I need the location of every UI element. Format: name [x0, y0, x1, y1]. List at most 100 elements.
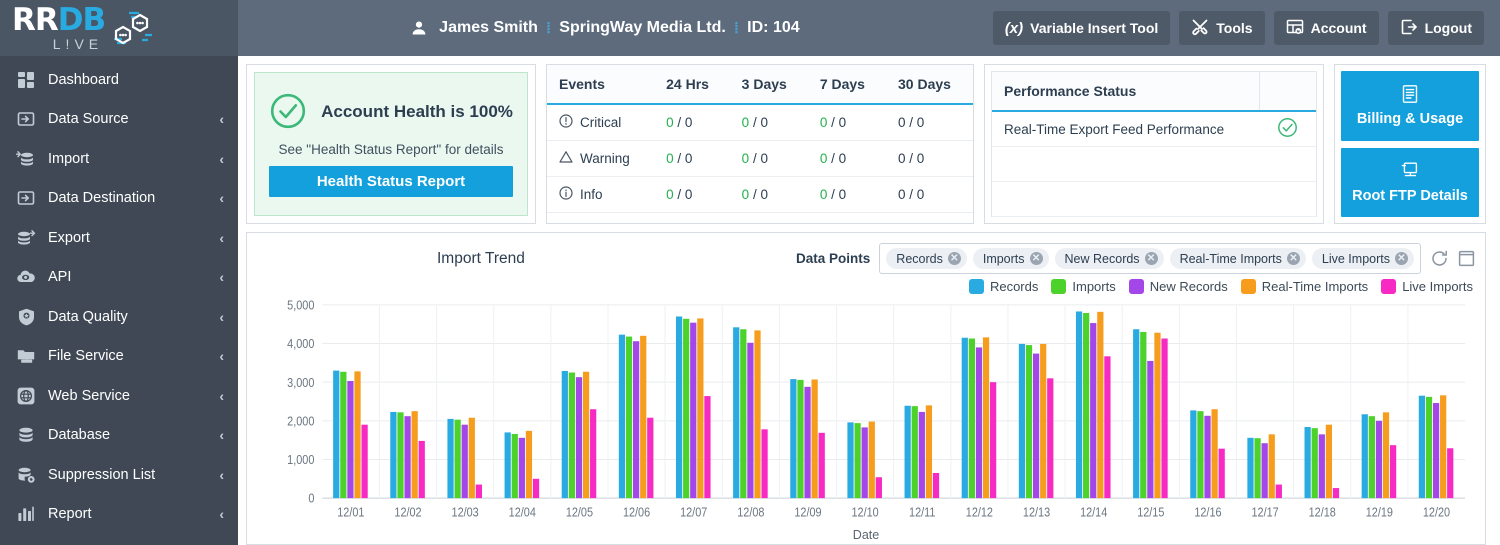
zero-count: 0	[666, 115, 674, 130]
import-stack-icon	[16, 149, 36, 169]
chart-legend: Records Imports New Records Real-Time Im…	[255, 274, 1477, 296]
legend-item-new-records[interactable]: New Records	[1129, 279, 1228, 294]
events-col-7days: 7 Days	[808, 65, 886, 104]
svg-text:12/03: 12/03	[452, 506, 480, 520]
chart-xaxis-title: Date	[255, 528, 1477, 544]
total-count: / 0	[677, 187, 692, 202]
sidebar-item-database[interactable]: Database ‹	[0, 416, 238, 456]
events-row-label: Info	[580, 187, 603, 202]
sidebar-label: Data Quality	[48, 309, 207, 325]
chip-close-icon[interactable]: ✕	[1030, 252, 1043, 265]
tools-button[interactable]: Tools	[1179, 11, 1264, 45]
legend-label: Imports	[1072, 279, 1115, 294]
svg-text:12/20: 12/20	[1423, 506, 1451, 520]
events-table-head: Events 24 Hrs 3 Days 7 Days 30 Days	[547, 65, 973, 104]
events-cell: 0 / 0	[730, 141, 808, 177]
logout-button[interactable]: Logout	[1388, 11, 1484, 45]
chip-close-icon[interactable]: ✕	[948, 252, 961, 265]
billing-usage-label: Billing & Usage	[1357, 111, 1463, 127]
logo-db: DB	[58, 2, 105, 38]
logo-container[interactable]: RRDB L!VE	[0, 0, 238, 56]
logout-label: Logout	[1425, 20, 1472, 36]
chip-close-icon[interactable]: ✕	[1395, 252, 1408, 265]
total-count: 0 / 0	[898, 187, 924, 202]
total-count: / 0	[831, 151, 846, 166]
svg-text:12/08: 12/08	[737, 506, 765, 520]
total-count: 0 / 0	[898, 151, 924, 166]
variable-insert-tool-button[interactable]: (x) Variable Insert Tool	[993, 11, 1170, 45]
legend-label: New Records	[1150, 279, 1228, 294]
events-row-name: Info	[559, 186, 642, 203]
chevron-left-icon: ‹	[219, 151, 224, 167]
body-row: Dashboard Data Source ‹ Import ‹	[0, 56, 1500, 545]
legend-label: Live Imports	[1402, 279, 1473, 294]
sidebar-label: Report	[48, 506, 207, 522]
account-button[interactable]: Account	[1274, 11, 1379, 45]
svg-text:12/17: 12/17	[1251, 506, 1278, 520]
company-name: SpringWay Media Ltd.	[559, 19, 726, 37]
legend-label: Real-Time Imports	[1262, 279, 1368, 294]
legend-item-real-time-imports[interactable]: Real-Time Imports	[1241, 279, 1368, 294]
web-globe-icon	[16, 386, 36, 406]
chip-records[interactable]: Records ✕	[886, 248, 967, 269]
sidebar-item-suppression-list[interactable]: Suppression List ‹	[0, 455, 238, 495]
chip-close-icon[interactable]: ✕	[1145, 252, 1158, 265]
sidebar-label: Web Service	[48, 388, 207, 404]
maximize-icon[interactable]	[1458, 250, 1475, 267]
sidebar-item-api[interactable]: API ‹	[0, 258, 238, 298]
total-count: / 0	[831, 187, 846, 202]
sidebar-label: Data Source	[48, 111, 207, 127]
root-ftp-details-button[interactable]: Root FTP Details	[1341, 148, 1479, 218]
events-col-24hrs: 24 Hrs	[654, 65, 730, 104]
data-points-chip-field[interactable]: Records ✕ Imports ✕ New Records ✕	[879, 243, 1421, 274]
data-source-icon	[16, 109, 36, 129]
chip-imports[interactable]: Imports ✕	[973, 248, 1049, 269]
dashboard-grid-icon	[16, 70, 36, 90]
sidebar-item-dashboard[interactable]: Dashboard	[0, 60, 238, 100]
svg-text:0: 0	[308, 492, 314, 506]
events-cell: 0 / 0	[730, 104, 808, 141]
app-root: RRDB L!VE	[0, 0, 1500, 545]
chip-real-time-imports[interactable]: Real-Time Imports ✕	[1170, 248, 1306, 269]
account-health-title: Account Health is 100%	[321, 102, 513, 122]
total-count: / 0	[677, 115, 692, 130]
events-row-label: Critical	[580, 115, 621, 130]
svg-text:12/15: 12/15	[1137, 506, 1165, 520]
refresh-icon[interactable]	[1430, 249, 1449, 268]
total-count: / 0	[753, 115, 768, 130]
sidebar-item-web-service[interactable]: Web Service ‹	[0, 376, 238, 416]
events-cell: 0 / 0	[654, 104, 730, 141]
sidebar-label: Database	[48, 427, 207, 443]
account-health-top: Account Health is 100%	[269, 92, 513, 133]
sidebar-item-data-destination[interactable]: Data Destination ‹	[0, 179, 238, 219]
events-cell: 0 / 0	[808, 104, 886, 141]
billing-usage-button[interactable]: Billing & Usage	[1341, 71, 1479, 141]
sidebar-label: Dashboard	[48, 72, 224, 88]
sidebar-label: API	[48, 269, 207, 285]
legend-swatch	[1381, 279, 1396, 294]
monitor-icon	[1400, 161, 1420, 185]
sidebar-item-file-service[interactable]: File Service ‹	[0, 337, 238, 377]
legend-item-imports[interactable]: Imports	[1051, 279, 1115, 294]
chip-live-imports[interactable]: Live Imports ✕	[1312, 248, 1414, 269]
sidebar-item-export[interactable]: Export ‹	[0, 218, 238, 258]
table-row	[992, 182, 1316, 217]
performance-status-panel: Performance Status Real-Time Export Feed…	[984, 64, 1324, 224]
sidebar-item-import[interactable]: Import ‹	[0, 139, 238, 179]
table-row: Critical 0 / 0 0 / 0 0 / 0 0 / 0	[547, 104, 973, 141]
chip-new-records[interactable]: New Records ✕	[1055, 248, 1164, 269]
health-status-report-button[interactable]: Health Status Report	[269, 166, 513, 197]
svg-text:12/18: 12/18	[1309, 506, 1337, 520]
sidebar-item-report[interactable]: Report ‹	[0, 495, 238, 535]
events-row-name: Critical	[559, 114, 642, 131]
legend-item-records[interactable]: Records	[969, 279, 1038, 294]
events-row-label-cell: Warning	[547, 141, 654, 177]
chip-close-icon[interactable]: ✕	[1287, 252, 1300, 265]
sidebar-item-data-source[interactable]: Data Source ‹	[0, 100, 238, 140]
legend-item-live-imports[interactable]: Live Imports	[1381, 279, 1473, 294]
sidebar-item-data-quality[interactable]: Data Quality ‹	[0, 297, 238, 337]
performance-row-status	[1259, 117, 1316, 141]
api-cloud-eye-icon	[16, 267, 36, 287]
svg-text:12/02: 12/02	[394, 506, 421, 520]
svg-text:12/12: 12/12	[966, 506, 993, 520]
